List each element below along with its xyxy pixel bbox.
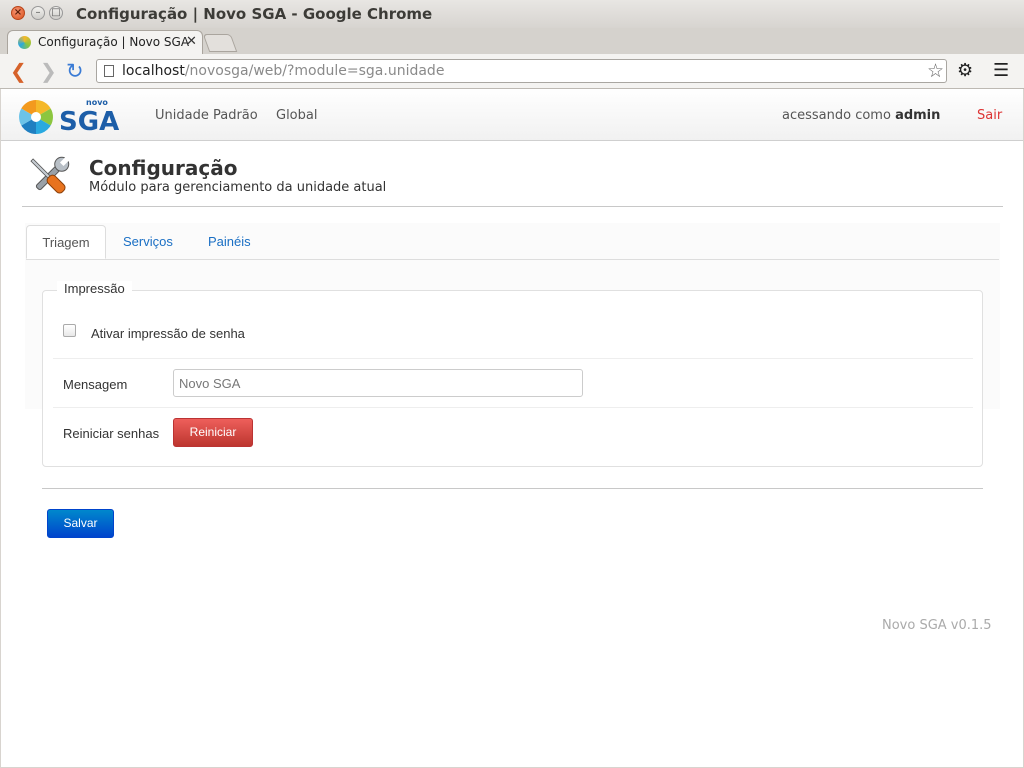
ativar-impressao-label[interactable]: Ativar impressão de senha xyxy=(91,326,245,341)
ativar-impressao-checkbox[interactable] xyxy=(63,324,76,337)
back-icon[interactable]: ❮ xyxy=(10,61,27,81)
tools-icon xyxy=(23,153,75,201)
tab-paineis[interactable]: Painéis xyxy=(208,225,251,259)
row-divider xyxy=(53,358,973,359)
logout-link[interactable]: Sair xyxy=(977,108,1002,123)
access-user: admin xyxy=(895,108,941,123)
window-title: Configuração | Novo SGA - Google Chrome xyxy=(76,5,433,23)
nav-link-unidade-padrao[interactable]: Unidade Padrão xyxy=(155,108,258,123)
reiniciar-senhas-label: Reiniciar senhas xyxy=(63,426,160,441)
window-maximize-button[interactable]: □ xyxy=(49,6,63,20)
favicon-icon xyxy=(18,36,31,49)
page-subtitle: Módulo para gerenciamento da unidade atu… xyxy=(89,180,387,195)
tab-servicos[interactable]: Serviços xyxy=(123,225,173,259)
url-text[interactable]: localhost/novosga/web/?module=sga.unidad… xyxy=(122,63,444,79)
reiniciar-button[interactable]: Reiniciar xyxy=(173,418,253,447)
url-path: /novosga/web/?module=sga.unidade xyxy=(184,63,445,79)
nav-link-global[interactable]: Global xyxy=(276,108,317,123)
url-host: localhost xyxy=(122,63,185,79)
mensagem-label: Mensagem xyxy=(63,377,128,392)
chrome-menu-icon[interactable]: ☰ xyxy=(993,60,1009,81)
form-divider xyxy=(42,488,983,489)
new-tab-button[interactable] xyxy=(202,34,238,52)
fieldset-legend: Impressão xyxy=(57,281,132,296)
row-divider xyxy=(53,407,973,408)
app-navbar: novo SGA Unidade Padrão Global acessando… xyxy=(1,89,1023,141)
logo-big-text: SGA xyxy=(59,107,119,137)
page-icon xyxy=(104,65,114,77)
browser-toolbar: ❮ ❯ ↻ localhost/novosga/web/?module=sga.… xyxy=(0,54,1024,89)
sga-logo-icon: novo SGA xyxy=(19,98,119,137)
address-bar[interactable]: localhost/novosga/web/?module=sga.unidad… xyxy=(96,59,947,83)
header-divider xyxy=(22,206,1003,207)
page-title: Configuração xyxy=(89,156,238,180)
salvar-button[interactable]: Salvar xyxy=(47,509,114,538)
logo-small-text: novo xyxy=(86,98,108,107)
browser-tab[interactable]: Configuração | Novo SGA ✕ xyxy=(7,30,203,54)
reload-icon[interactable]: ↻ xyxy=(66,61,84,82)
user-access-text: acessando como admin xyxy=(782,108,940,123)
forward-icon[interactable]: ❯ xyxy=(40,61,57,81)
access-prefix: acessando como xyxy=(782,108,891,123)
sga-logo[interactable]: novo SGA xyxy=(19,97,119,137)
footer-version: Novo SGA v0.1.5 xyxy=(882,618,992,633)
browser-tab-title: Configuração | Novo SGA xyxy=(38,35,190,49)
window-close-button[interactable]: × xyxy=(11,6,25,20)
mensagem-input[interactable]: Novo SGA xyxy=(173,369,583,397)
tab-close-icon[interactable]: ✕ xyxy=(186,34,197,49)
window-minimize-button[interactable]: – xyxy=(31,6,45,20)
browser-tabstrip: Configuração | Novo SGA ✕ xyxy=(0,28,1024,54)
extension-gear-icon[interactable]: ⚙ xyxy=(957,60,973,81)
page: novo SGA Unidade Padrão Global acessando… xyxy=(1,89,1023,767)
tabs-baseline xyxy=(26,259,999,260)
window-titlebar: × – □ Configuração | Novo SGA - Google C… xyxy=(0,0,1024,28)
bookmark-star-icon[interactable]: ☆ xyxy=(927,60,944,82)
tab-triagem[interactable]: Triagem xyxy=(26,225,106,259)
